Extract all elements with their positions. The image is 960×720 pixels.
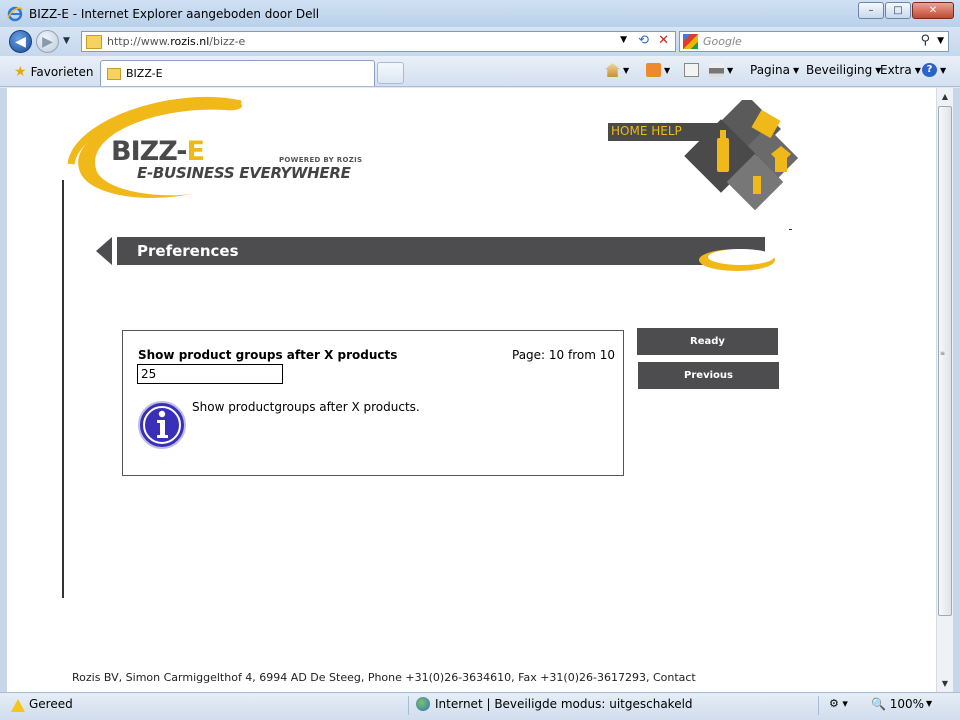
tab-favicon-icon — [107, 67, 121, 80]
page-menu-label: Pagina — [750, 63, 790, 77]
minimize-button[interactable]: – — [858, 2, 884, 19]
scrollbar-grip-icon: ≡ — [940, 350, 946, 357]
navigation-bar: ◀ ▶ ▼ http://www.rozis.nl/bizz-e ▼ ⟲ ✕ G… — [0, 27, 960, 56]
window-left-frame — [0, 88, 7, 692]
chevron-down-icon[interactable]: ▼ — [727, 66, 733, 75]
status-divider — [408, 696, 409, 715]
forward-button[interactable]: ▶ — [36, 30, 59, 53]
logo-brand-text: BIZZ-E — [111, 136, 205, 167]
vertical-scrollbar[interactable]: ▲ ≡ ▼ — [936, 88, 953, 692]
info-icon — [138, 401, 186, 449]
tools-menu-button[interactable]: Extra ▼ — [880, 63, 921, 77]
field-label: Show product groups after X products — [138, 348, 398, 362]
warning-icon — [11, 699, 25, 712]
ready-button[interactable]: Ready — [637, 328, 778, 355]
tools-menu-label: Extra — [880, 63, 912, 77]
favorites-star-icon: ★ — [14, 64, 27, 80]
search-options-dropdown-icon[interactable]: ▼ — [937, 36, 944, 46]
search-placeholder[interactable]: Google — [703, 35, 742, 48]
rss-feed-icon — [646, 63, 661, 77]
zoom-level[interactable]: 🔍 100% — [871, 697, 924, 711]
address-field[interactable]: http://www.rozis.nl/bizz-e ▼ ⟲ ✕ — [81, 31, 676, 52]
feeds-button[interactable]: ▼ — [646, 63, 670, 77]
security-zone-text[interactable]: Internet | Beveiligde modus: uitgeschake… — [435, 697, 693, 711]
page-footer: Rozis BV, Simon Carmiggelthof 4, 6994 AD… — [72, 671, 696, 684]
page-menu-button[interactable]: Pagina ▼ — [750, 63, 799, 77]
search-icon[interactable]: ⚲ — [920, 33, 930, 48]
safety-menu-button[interactable]: Beveiliging ▼ — [806, 63, 881, 77]
logo-tagline: E-BUSINESS EVERYWHERE — [137, 164, 351, 182]
product-tiles-graphic — [684, 100, 799, 210]
product-groups-threshold-input[interactable] — [137, 364, 283, 384]
help-text: Show productgroups after X products. — [192, 400, 420, 414]
chevron-down-icon[interactable]: ▼ — [623, 66, 629, 75]
window-right-frame — [953, 88, 960, 692]
scroll-down-icon[interactable]: ▼ — [937, 675, 953, 692]
help-menu-button[interactable]: ? ▼ — [922, 63, 946, 77]
help-icon: ? — [922, 63, 937, 77]
chevron-down-icon: ▼ — [914, 65, 921, 75]
page-title: Preferences — [137, 242, 239, 260]
logo-powered-by: POWERED BY ROZIS — [279, 156, 363, 164]
window-title-bar: BIZZ-E - Internet Explorer aangeboden do… — [0, 0, 960, 27]
page-favicon-icon — [86, 34, 102, 49]
home-icon — [605, 63, 620, 77]
decorative-tick — [789, 229, 792, 230]
favorites-label: Favorieten — [30, 65, 94, 79]
stop-icon[interactable]: ✕ — [658, 33, 669, 48]
chevron-down-icon[interactable]: ▼ — [664, 66, 670, 75]
protected-mode-icon[interactable]: ⚙ ▾ — [829, 697, 848, 710]
safety-menu-label: Beveiliging — [806, 63, 873, 77]
history-dropdown-icon[interactable]: ▼ — [63, 36, 70, 46]
section-header-bar: Preferences — [117, 237, 765, 265]
preferences-back-arrow-icon — [96, 237, 112, 265]
status-text: Gereed — [29, 697, 73, 711]
internet-zone-globe-icon — [416, 697, 430, 711]
maximize-button[interactable]: □ — [885, 2, 911, 19]
favorites-button[interactable]: ★ Favorieten — [14, 64, 94, 80]
tab-bizz-e[interactable]: BIZZ-E — [100, 60, 375, 86]
page-viewport: BIZZ-E POWERED BY ROZIS E-BUSINESS EVERY… — [7, 88, 936, 692]
read-mail-button[interactable] — [684, 63, 699, 77]
close-window-button[interactable]: ✕ — [912, 2, 954, 19]
scrollbar-thumb[interactable] — [938, 106, 952, 616]
tab-label: BIZZ-E — [126, 67, 163, 80]
new-tab-button[interactable] — [377, 62, 404, 84]
header-swoosh-graphic — [699, 249, 775, 271]
left-divider-line — [62, 180, 64, 598]
address-url[interactable]: http://www.rozis.nl/bizz-e — [107, 35, 245, 48]
mail-icon — [684, 63, 699, 77]
google-icon — [683, 34, 698, 49]
refresh-icon[interactable]: ⟲ — [638, 33, 649, 48]
internet-explorer-icon — [7, 6, 23, 21]
zoom-dropdown-icon[interactable]: ▼ — [926, 699, 932, 708]
back-button[interactable]: ◀ — [9, 30, 32, 53]
scroll-up-icon[interactable]: ▲ — [937, 88, 953, 105]
previous-button[interactable]: Previous — [638, 362, 779, 389]
printer-icon — [709, 63, 724, 77]
page-indicator: Page: 10 from 10 — [512, 348, 616, 362]
search-box[interactable]: Google ⚲ ▼ — [679, 31, 949, 52]
status-bar: Gereed Internet | Beveiligde modus: uitg… — [0, 692, 960, 720]
preferences-panel: Show product groups after X products Pag… — [122, 330, 624, 476]
tab-bar: ★ Favorieten BIZZ-E ▼ ▼ ▼ Pagina ▼ Beveil… — [0, 56, 960, 87]
zoom-value: 100% — [889, 697, 925, 711]
bizz-e-logo-swoosh — [67, 97, 243, 198]
print-button[interactable]: ▼ — [709, 63, 733, 77]
address-dropdown-icon[interactable]: ▼ — [620, 35, 627, 45]
home-button[interactable]: ▼ — [605, 63, 629, 77]
chevron-down-icon: ▼ — [792, 65, 800, 75]
chevron-down-icon: ▼ — [940, 65, 947, 75]
window-title: BIZZ-E - Internet Explorer aangeboden do… — [29, 6, 320, 21]
status-divider — [818, 696, 819, 715]
